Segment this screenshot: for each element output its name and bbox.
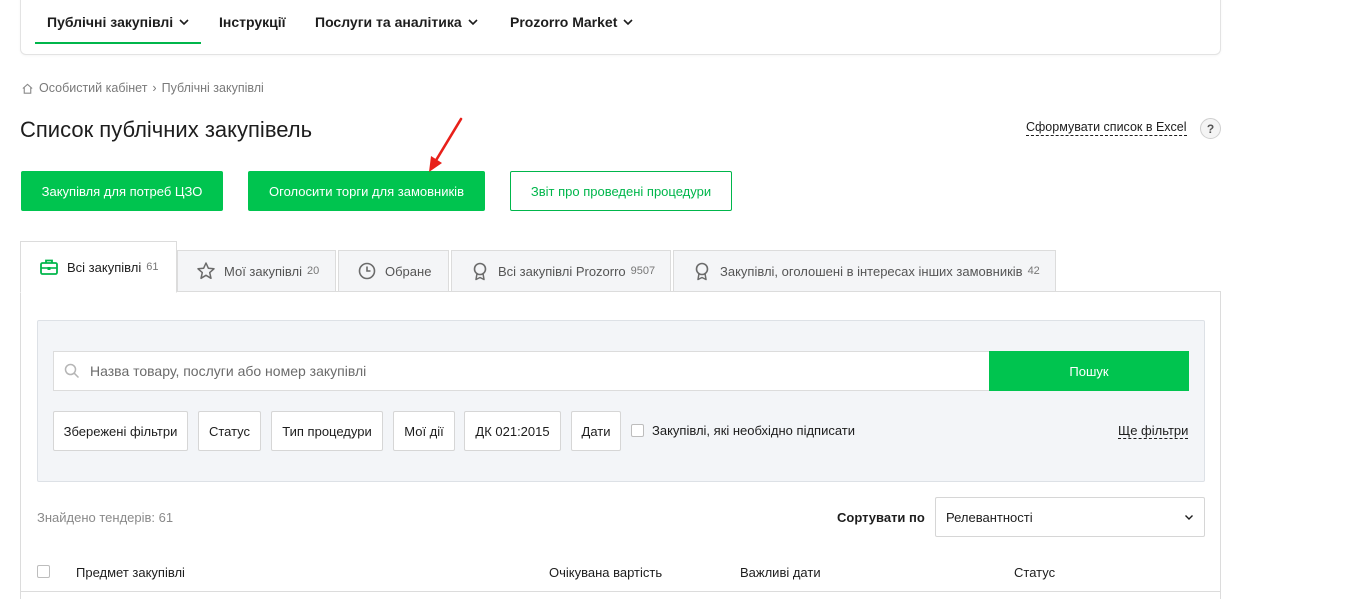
tab-label: Закупівлі, оголошені в інтересах інших з…: [720, 263, 1023, 279]
tab-label: Всі закупівлі Prozorro: [498, 263, 626, 279]
tab-count: 61: [146, 261, 159, 273]
red-arrow-annotation: [429, 117, 463, 172]
search-input[interactable]: [90, 363, 970, 379]
chevron-down-icon: [179, 19, 189, 26]
export-excel-link[interactable]: Сформувати список в Excel: [1026, 120, 1187, 136]
results-count: Знайдено тендерів: 61: [37, 510, 174, 525]
procedure-type-filter-button[interactable]: Тип процедури: [271, 411, 383, 451]
tab-all-procurements[interactable]: Всі закупівлі 61: [20, 241, 177, 293]
column-header-important-dates: Важливі дати: [740, 565, 821, 580]
need-sign-label: Закупівлі, які необхідно підписати: [652, 423, 855, 438]
my-actions-filter-button[interactable]: Мої дії: [393, 411, 455, 451]
breadcrumb: Особистий кабінет › Публічні закупівлі: [21, 81, 264, 95]
announce-tender-button[interactable]: Оголосити торги для замовників: [248, 171, 485, 211]
nav-item-label: Публічні закупівлі: [47, 14, 174, 30]
search-icon: [64, 363, 80, 379]
nav-item-instructions[interactable]: Інструкції: [219, 0, 286, 44]
breadcrumb-public-procurement[interactable]: Публічні закупівлі: [162, 81, 264, 95]
tab-label: Мої закупівлі: [224, 263, 302, 279]
search-button[interactable]: Пошук: [989, 351, 1189, 391]
breadcrumb-separator: ›: [152, 81, 157, 95]
table-header-divider: [21, 591, 1220, 592]
saved-filters-button[interactable]: Збережені фільтри: [53, 411, 188, 451]
dk-classifier-filter-button[interactable]: ДК 021:2015: [464, 411, 561, 451]
column-header-status: Статус: [1014, 565, 1056, 580]
tab-label: Всі закупівлі: [67, 259, 142, 275]
tab-count: 9507: [630, 265, 656, 277]
nav-item-label: Послуги та аналітика: [315, 14, 462, 30]
nav-item-label: Інструкції: [219, 14, 286, 30]
chevron-down-icon: [468, 19, 478, 26]
tab-count: 42: [1027, 265, 1040, 277]
status-filter-button[interactable]: Статус: [198, 411, 261, 451]
tab-favorites[interactable]: Обране: [338, 250, 449, 292]
sort-select[interactable]: Релевантності: [935, 497, 1205, 537]
nav-item-public-procurement[interactable]: Публічні закупівлі: [34, 0, 202, 44]
dates-filter-button[interactable]: Дати: [571, 411, 621, 451]
chevron-down-icon: [623, 19, 633, 26]
search-field[interactable]: [53, 351, 990, 391]
sort-label: Сортувати по: [837, 510, 925, 525]
tab-label: Обране: [385, 263, 432, 279]
more-filters-link[interactable]: Ще фільтри: [1118, 423, 1189, 439]
clock-icon: [358, 262, 376, 280]
tab-other-customers[interactable]: Закупівлі, оголошені в інтересах інших з…: [673, 250, 1056, 292]
home-icon[interactable]: [21, 82, 34, 95]
award-icon: [473, 262, 487, 281]
star-icon: [197, 262, 215, 280]
nav-item-label: Prozorro Market: [510, 14, 618, 30]
sort-selected-value: Релевантності: [946, 509, 1033, 525]
tab-my-procurements[interactable]: Мої закупівлі 20: [177, 250, 336, 292]
nav-item-prozorro-market[interactable]: Prozorro Market: [510, 0, 633, 44]
chevron-down-icon: [1185, 515, 1193, 520]
column-header-subject: Предмет закупівлі: [76, 565, 185, 580]
column-header-expected-value: Очікувана вартість: [549, 565, 663, 580]
top-navigation: Публічні закупівлі Інструкції Послуги та…: [20, 0, 1221, 55]
select-all-checkbox[interactable]: [37, 565, 50, 578]
need-sign-checkbox[interactable]: [631, 424, 644, 437]
page-title: Список публічних закупівель: [20, 117, 313, 142]
help-button[interactable]: ?: [1200, 118, 1221, 139]
breadcrumb-cabinet[interactable]: Особистий кабінет: [39, 81, 147, 95]
need-sign-checkbox-row[interactable]: Закупівлі, які необхідно підписати: [631, 423, 855, 438]
nav-item-services-analytics[interactable]: Послуги та аналітика: [315, 0, 478, 44]
filter-panel: [37, 320, 1205, 482]
briefcase-icon: [40, 259, 58, 275]
tab-all-prozorro[interactable]: Всі закупівлі Prozorro 9507: [451, 250, 671, 292]
award-icon: [695, 262, 709, 281]
cpb-purchase-button[interactable]: Закупівля для потреб ЦЗО: [21, 171, 223, 211]
tab-count: 20: [306, 265, 320, 277]
procedures-report-button[interactable]: Звіт про проведені процедури: [510, 171, 732, 211]
